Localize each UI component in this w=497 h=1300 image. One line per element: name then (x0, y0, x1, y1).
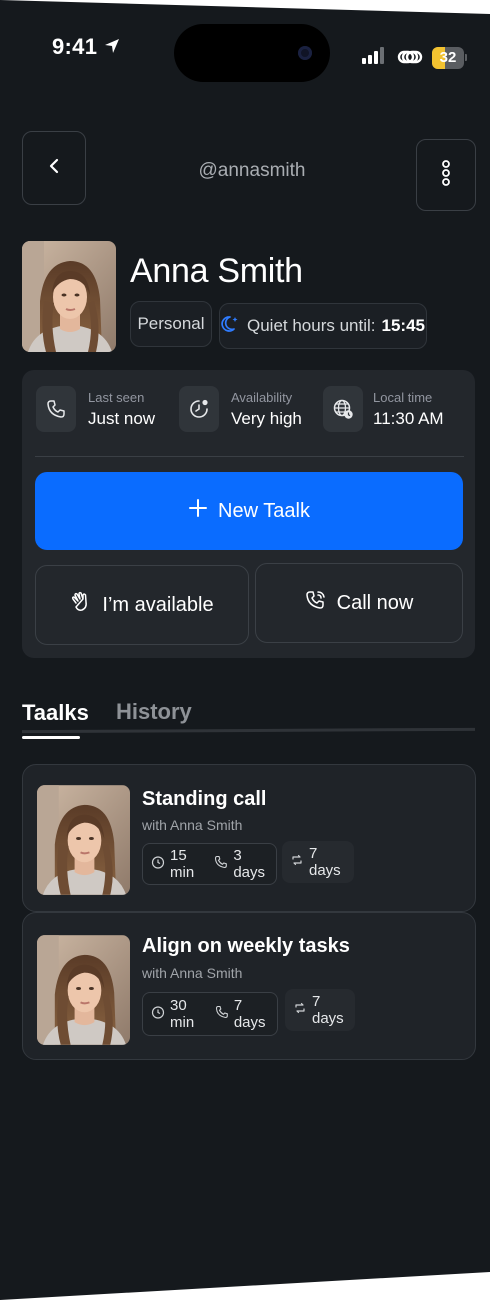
globe-clock-icon (323, 386, 363, 432)
divider (35, 456, 464, 457)
taalk-repeat: 7 days (312, 993, 344, 1027)
battery-icon: 32 (432, 47, 464, 69)
taalk-title: Standing call (142, 788, 267, 810)
local-time-value: 11:30 AM (373, 409, 444, 428)
repeat-pill: 7 days (285, 989, 355, 1031)
link-icon (397, 46, 423, 73)
availability-value: Very high (231, 409, 302, 428)
new-taalk-label: New Taalk (218, 499, 310, 522)
battery-tip (465, 54, 467, 61)
tag-chip[interactable]: Personal (130, 301, 212, 347)
taalk-participant: with Anna Smith (142, 965, 243, 981)
location-arrow-icon (104, 38, 120, 59)
avatar[interactable] (22, 241, 116, 352)
last-seen-label: Last seen (88, 390, 145, 405)
availability-label: Availability (231, 390, 293, 405)
last-seen-value: Just now (88, 409, 156, 428)
phone-icon (214, 855, 228, 873)
status-time: 9:41 (52, 34, 98, 59)
taalk-call-interval: 3 days (233, 847, 266, 881)
chevron-left-icon (48, 158, 60, 179)
taalk-repeat: 7 days (309, 845, 341, 879)
username-handle: @annasmith (198, 160, 306, 181)
repeat-pill: 7 days (282, 841, 354, 883)
moon-icon (221, 314, 241, 339)
available-label: I’m available (102, 593, 214, 616)
taalk-call-interval: 7 days (233, 997, 266, 1031)
call-now-button[interactable]: Call now (255, 563, 463, 643)
taalk-duration: 30 min (170, 997, 195, 1031)
profile-name: Anna Smith (130, 252, 303, 290)
local-time-label: Local time (373, 390, 433, 405)
avatar (37, 935, 130, 1045)
phone-icon (215, 1005, 229, 1023)
plus-icon (188, 498, 208, 524)
tab-track (22, 727, 475, 734)
phone-call-icon (305, 589, 327, 617)
duration-calls-pill: 30 min 7 days (142, 992, 278, 1036)
battery-level: 32 (439, 49, 457, 66)
taalk-duration: 15 min (170, 847, 195, 881)
more-vertical-icon (441, 159, 451, 191)
phone-icon (36, 386, 76, 432)
timer-icon (151, 855, 165, 873)
taalk-title: Align on weekly tasks (142, 935, 350, 957)
waving-hand-icon (70, 591, 92, 619)
new-taalk-button[interactable]: New Taalk (35, 472, 463, 550)
back-button[interactable] (22, 131, 86, 205)
quiet-hours-chip[interactable]: Quiet hours until: 15:45 (219, 303, 427, 349)
avatar (37, 785, 130, 895)
signal-icon (362, 47, 384, 64)
repeat-icon (290, 853, 304, 871)
taalk-participant: with Anna Smith (142, 817, 243, 833)
tab-indicator (22, 736, 80, 739)
repeat-icon (293, 1001, 307, 1019)
tab-history[interactable]: History (116, 699, 192, 725)
camera-icon (298, 46, 312, 60)
phone-screen: 9:41 32 @annasmith Anna Smith Personal Q… (0, 0, 490, 1300)
quiet-hours-time: 15:45 (381, 316, 425, 335)
quiet-hours-label: Quiet hours until: (247, 316, 376, 335)
available-button[interactable]: I’m available (35, 565, 249, 645)
duration-calls-pill: 15 min 3 days (142, 843, 277, 885)
timer-icon (151, 1005, 165, 1023)
more-options-button[interactable] (416, 139, 476, 211)
timer-icon (179, 386, 219, 432)
tab-taalks[interactable]: Taalks (22, 700, 89, 726)
call-now-label: Call now (336, 591, 414, 614)
